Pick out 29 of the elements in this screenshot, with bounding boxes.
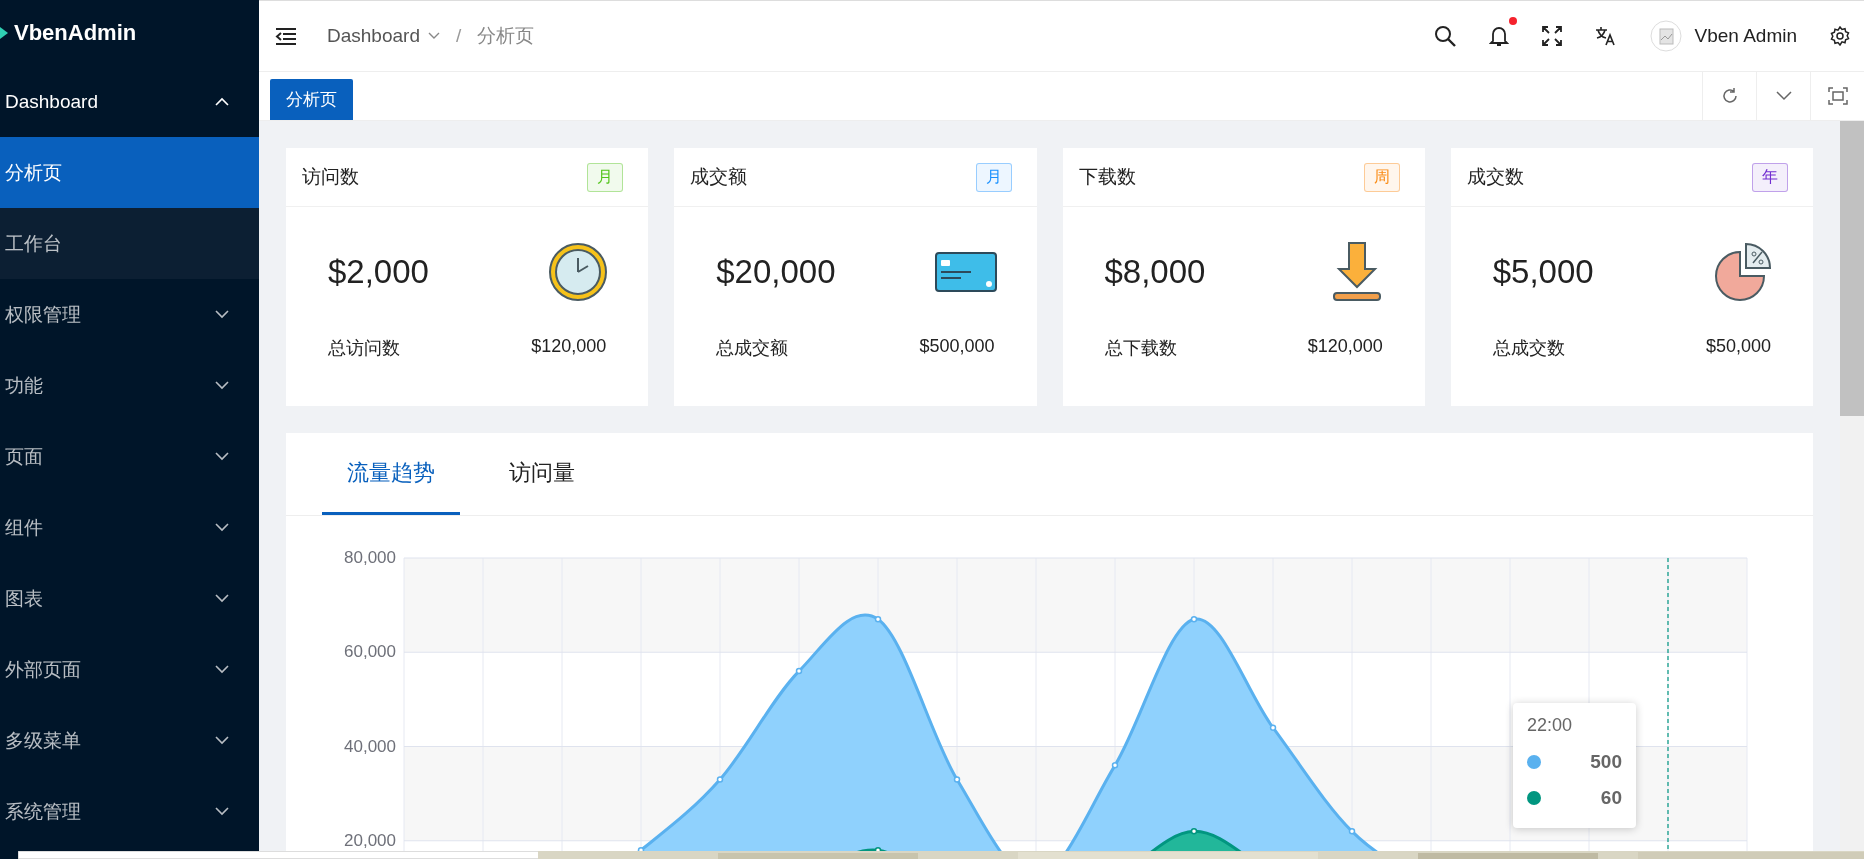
period-tag: 周 [1363,162,1400,192]
stat-value: $5,000 [1492,252,1594,291]
total-label: 总访问数 [328,337,400,360]
total-value: $120,000 [531,336,607,357]
total-value: $50,000 [1705,336,1771,357]
tooltip-title: 22:00 [1527,715,1574,736]
tooltip-value: 500 [1590,751,1622,773]
period-tag: 月 [587,162,624,192]
total-label: 总成交数 [1492,337,1565,360]
card-title: 成交数 [1466,165,1524,189]
stat-value: $8,000 [1104,252,1206,291]
total-value: $500,000 [919,336,995,357]
card-title: 下载数 [1078,165,1136,189]
total-label: 总下载数 [1104,337,1177,360]
app-logo-title: VbenAdmin [14,20,137,46]
stat-value: $2,000 [328,252,429,291]
total-value: $120,000 [1307,336,1383,357]
axis-tick-label: 60,000 [344,642,396,662]
period-tag: 年 [1752,162,1788,192]
card-title: 访问数 [302,165,359,189]
card-title: 成交额 [690,165,748,189]
breadcrumb-separator: / [455,25,462,47]
stat-value: $20,000 [716,252,836,291]
tooltip-value: 60 [1600,787,1622,809]
total-label: 总成交额 [716,337,789,360]
axis-tick-label: 40,000 [344,736,396,756]
axis-tick-label: 80,000 [344,548,396,567]
period-tag: 月 [975,162,1012,192]
axis-tick-label: 20,000 [344,830,396,850]
